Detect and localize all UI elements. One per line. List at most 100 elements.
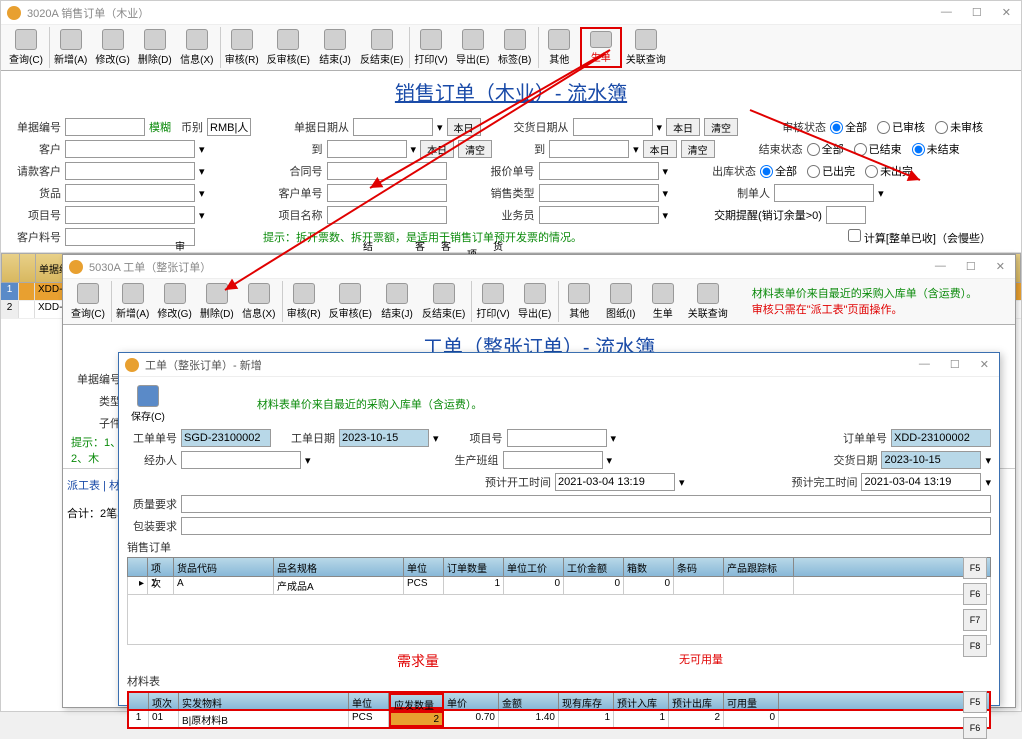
sb2-f5[interactable]: F5 (963, 691, 987, 713)
inp-docno[interactable] (65, 118, 145, 136)
btn-today1[interactable]: 本日 (447, 118, 481, 136)
r-audited[interactable]: 已审核 (877, 119, 925, 135)
close-icon[interactable]: ✕ (998, 6, 1015, 19)
sales-row-1[interactable]: ▸ 1 A 产成品A PCS 1 0 0 0 (127, 577, 991, 595)
tb-end[interactable]: 结束(J) (314, 27, 356, 68)
sb-f5[interactable]: F5 (963, 557, 987, 579)
tb2-end[interactable]: 结束(J) (376, 281, 418, 322)
r-all3[interactable]: 全部 (760, 163, 797, 179)
sb2-f6[interactable]: F6 (963, 717, 987, 739)
tb2-query[interactable]: 查询(C) (67, 281, 109, 322)
tb2-del[interactable]: 删除(D) (196, 281, 238, 322)
inp-estend[interactable] (861, 473, 981, 491)
r-ended[interactable]: 已结束 (854, 141, 902, 157)
tb-relq[interactable]: 关联查询 (622, 27, 670, 68)
inp-contract[interactable] (327, 162, 447, 180)
sb-f7[interactable]: F7 (963, 609, 987, 631)
tb2-unaudit[interactable]: 反审核(E) (325, 281, 376, 322)
inp-dateto[interactable] (327, 140, 407, 158)
tb-other[interactable]: 其他 (538, 27, 580, 68)
sb-f6[interactable]: F6 (963, 583, 987, 605)
tb-export[interactable]: 导出(E) (452, 27, 494, 68)
btn-clear2[interactable]: 清空 (458, 140, 492, 158)
inp-qreq[interactable] (181, 495, 991, 513)
close-icon-2[interactable]: ✕ (992, 260, 1009, 273)
min-icon-m[interactable]: — (915, 358, 934, 371)
inp-goods[interactable] (65, 184, 195, 202)
btn-clear1[interactable]: 清空 (704, 118, 738, 136)
tb-gen[interactable]: 生单 (580, 27, 622, 68)
max-icon-m[interactable]: ☐ (946, 358, 964, 371)
chk-calc[interactable] (848, 229, 861, 242)
inp-maker[interactable] (774, 184, 874, 202)
inp-proj[interactable] (65, 206, 195, 224)
sales-row-blank[interactable] (127, 595, 991, 645)
tb2-other[interactable]: 其他 (558, 281, 600, 322)
tb2-info[interactable]: 信息(X) (238, 281, 280, 322)
inp-cust[interactable] (65, 140, 195, 158)
tb-del[interactable]: 删除(D) (134, 27, 176, 68)
tb-audit[interactable]: 审核(R) (220, 27, 263, 68)
sb-f8[interactable]: F8 (963, 635, 987, 657)
tb2-export[interactable]: 导出(E) (514, 281, 556, 322)
tb-info[interactable]: 信息(X) (176, 27, 218, 68)
tb-unaudit[interactable]: 反审核(E) (263, 27, 314, 68)
inp-ordno[interactable] (891, 429, 991, 447)
tb-add[interactable]: 新增(A) (49, 27, 91, 68)
inp-saletype[interactable] (539, 184, 659, 202)
min-icon-2[interactable]: — (931, 260, 950, 273)
r-notout[interactable]: 未出完 (865, 163, 913, 179)
r-unended[interactable]: 未结束 (912, 141, 960, 157)
tb2-audit[interactable]: 审核(R) (282, 281, 325, 322)
lbl-datefrom: 单据日期从 (289, 119, 349, 135)
tb-print[interactable]: 打印(V) (409, 27, 451, 68)
btn-today4[interactable]: 本日 (643, 140, 677, 158)
inp-projname[interactable] (327, 206, 447, 224)
inp-handler[interactable] (181, 451, 301, 469)
inp-custdoc[interactable] (327, 184, 447, 202)
inp-shipfrom[interactable] (573, 118, 653, 136)
tb2-gen[interactable]: 生单 (642, 281, 684, 322)
inp-shipdate[interactable] (881, 451, 981, 469)
max-icon[interactable]: ☐ (968, 6, 986, 19)
btn-save[interactable]: 保存(C) (127, 383, 169, 425)
inp-reqcust[interactable] (65, 162, 195, 180)
lbl-quote: 报价单号 (475, 163, 535, 179)
tb2-unend[interactable]: 反结束(E) (418, 281, 469, 322)
max-icon-2[interactable]: ☐ (962, 260, 980, 273)
inp-preq[interactable] (181, 517, 991, 535)
inp-curr[interactable] (207, 118, 251, 136)
inp-gddate[interactable] (339, 429, 429, 447)
min-icon[interactable]: — (937, 6, 956, 19)
inp-team[interactable] (503, 451, 603, 469)
btn-today2[interactable]: 本日 (666, 118, 700, 136)
close-icon-m[interactable]: ✕ (976, 358, 993, 371)
lbl-shipfrom: 交货日期从 (509, 119, 569, 135)
tb-label[interactable]: 标签(B) (494, 27, 536, 68)
tb2-add[interactable]: 新增(A) (111, 281, 153, 322)
inp-mproj[interactable] (507, 429, 607, 447)
r-all[interactable]: 全部 (830, 119, 867, 135)
inp-datefrom[interactable] (353, 118, 433, 136)
inp-shipto[interactable] (549, 140, 629, 158)
r-allout[interactable]: 已出完 (807, 163, 855, 179)
tb-unend[interactable]: 反结束(E) (356, 27, 407, 68)
tb2-relq[interactable]: 关联查询 (684, 281, 732, 322)
inp-remind[interactable] (826, 206, 866, 224)
inp-eststart[interactable] (555, 473, 675, 491)
inp-sales[interactable] (539, 206, 659, 224)
btn-clear3[interactable]: 清空 (681, 140, 715, 158)
sales-table-header: 项次 货品代码 品名规格 单位 订单数量 单位工价 工价金额 箱数 条码 产品跟… (127, 557, 991, 577)
mat-row-1[interactable]: 1 01 B|原材料B PCS 2 0.70 1.40 1 1 2 0 (127, 711, 991, 729)
tb-query[interactable]: 查询(C) (5, 27, 47, 68)
modal-note: 材料表单价来自最近的采购入库单（含运费）。 (257, 396, 483, 412)
r-unaudited[interactable]: 未审核 (935, 119, 983, 135)
inp-gdno[interactable] (181, 429, 271, 447)
r-all2[interactable]: 全部 (807, 141, 844, 157)
inp-quote[interactable] (539, 162, 659, 180)
btn-today3[interactable]: 本日 (420, 140, 454, 158)
tb-edit[interactable]: 修改(G) (91, 27, 133, 68)
tb2-draw[interactable]: 图纸(I) (600, 281, 642, 322)
tb2-edit[interactable]: 修改(G) (153, 281, 195, 322)
tb2-print[interactable]: 打印(V) (471, 281, 513, 322)
